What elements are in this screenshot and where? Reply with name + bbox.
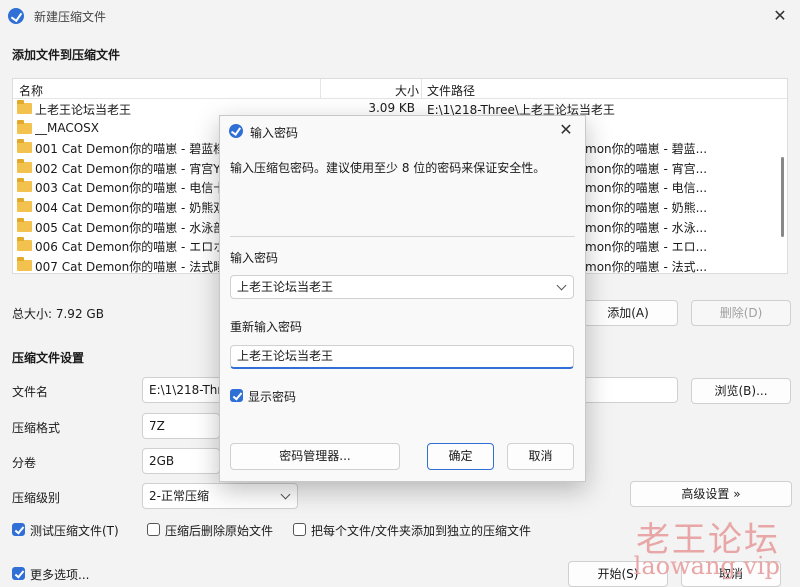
folder-icon — [17, 139, 32, 154]
app-logo-icon — [229, 124, 243, 138]
dialog-title: 输入密码 — [250, 126, 299, 140]
volume-select[interactable]: 2GB — [142, 448, 220, 474]
separate-archives-checkbox[interactable] — [293, 523, 306, 536]
file-path: mon你的喵崽 - 碧蓝... — [585, 142, 708, 157]
browse-button[interactable]: 浏览(B)... — [691, 378, 791, 404]
chevron-down-icon[interactable] — [556, 280, 567, 291]
folder-icon — [17, 217, 32, 232]
folder-icon — [17, 119, 32, 134]
folder-icon — [17, 237, 32, 252]
separate-archives-label[interactable]: 把每个文件/文件夹添加到独立的压缩文件 — [311, 522, 531, 539]
close-icon[interactable]: ✕ — [557, 121, 575, 139]
level-select[interactable]: 2-正常压缩 — [142, 483, 298, 509]
dialog-description: 输入压缩包密码。建议使用至少 8 位的密码来保证安全性。 — [230, 161, 546, 175]
format-value: 7Z — [149, 419, 165, 433]
file-size: 3.09 KB — [368, 101, 415, 115]
dialog-title-bar: 输入密码 ✕ — [220, 116, 585, 146]
format-select[interactable]: 7Z — [142, 413, 220, 439]
password-dialog: 输入密码 ✕ 输入压缩包密码。建议使用至少 8 位的密码来保证安全性。 输入密码… — [219, 115, 586, 482]
file-list-header: 名称 大小 文件路径 — [13, 79, 787, 99]
folder-icon — [17, 198, 32, 212]
show-password-label[interactable]: 显示密码 — [248, 388, 296, 405]
folder-icon — [17, 178, 32, 193]
password-input[interactable]: 上老王论坛当老王 — [230, 275, 574, 299]
vertical-scrollbar[interactable] — [777, 99, 787, 273]
file-path: mon你的喵崽 - 电信... — [585, 181, 708, 196]
reenter-password-input[interactable]: 上老王论坛当老王 — [230, 345, 574, 369]
column-header-name[interactable]: 名称 — [19, 82, 43, 99]
section-title-add-files: 添加文件到压缩文件 — [12, 48, 121, 62]
level-value: 2-正常压缩 — [149, 489, 209, 503]
column-divider[interactable] — [320, 79, 321, 99]
dialog-cancel-button[interactable]: 取消 — [507, 443, 574, 470]
column-header-size[interactable]: 大小 — [395, 82, 419, 99]
app-logo-icon — [8, 8, 24, 24]
total-size: 总大小: 7.92 GB — [12, 307, 104, 321]
advanced-settings-button[interactable]: 高级设置 » — [630, 481, 792, 507]
test-archive-label[interactable]: 测试压缩文件(T) — [30, 522, 119, 539]
volume-value: 2GB — [149, 454, 175, 468]
level-label: 压缩级别 — [12, 491, 61, 505]
divider — [230, 236, 575, 237]
delete-after-label[interactable]: 压缩后删除原始文件 — [165, 522, 273, 539]
chevron-down-icon — [280, 489, 291, 500]
file-path: mon你的喵崽 - 法式... — [585, 259, 708, 274]
folder-icon — [17, 256, 32, 271]
file-path: mon你的喵崽 - エロ... — [585, 240, 708, 255]
file-path: mon你的喵崽 - 奶熊... — [585, 201, 708, 215]
volume-label: 分卷 — [12, 456, 37, 470]
more-options-label[interactable]: 更多选项... — [30, 566, 89, 583]
show-password-checkbox[interactable] — [230, 389, 243, 402]
more-options-checkbox[interactable] — [12, 567, 25, 580]
title-bar: 新建压缩文件 ✕ — [0, 0, 800, 32]
column-header-path[interactable]: 文件路径 — [427, 82, 475, 99]
file-path: mon你的喵崽 - 宵宫... — [585, 161, 708, 176]
filename-label: 文件名 — [12, 385, 49, 399]
test-archive-checkbox[interactable] — [12, 523, 25, 536]
window-title: 新建压缩文件 — [34, 9, 107, 24]
add-button[interactable]: 添加(A) — [578, 300, 678, 326]
delete-button[interactable]: 删除(D) — [691, 300, 791, 326]
format-label: 压缩格式 — [12, 421, 61, 435]
delete-after-checkbox[interactable] — [147, 523, 160, 536]
password-label: 输入密码 — [230, 251, 279, 265]
close-icon[interactable]: ✕ — [770, 6, 790, 26]
watermark-url: laowang.vip — [633, 552, 780, 580]
file-path: mon你的喵崽 - 水泳... — [585, 220, 708, 235]
scroll-thumb[interactable] — [781, 157, 784, 237]
folder-icon — [17, 158, 32, 173]
folder-icon — [17, 100, 32, 114]
reenter-password-label: 重新输入密码 — [230, 320, 303, 334]
password-manager-button[interactable]: 密码管理器... — [230, 443, 400, 470]
password-value: 上老王论坛当老王 — [237, 280, 334, 294]
column-divider[interactable] — [421, 79, 422, 99]
ok-button[interactable]: 确定 — [427, 443, 494, 470]
section-title-settings: 压缩文件设置 — [12, 351, 85, 365]
